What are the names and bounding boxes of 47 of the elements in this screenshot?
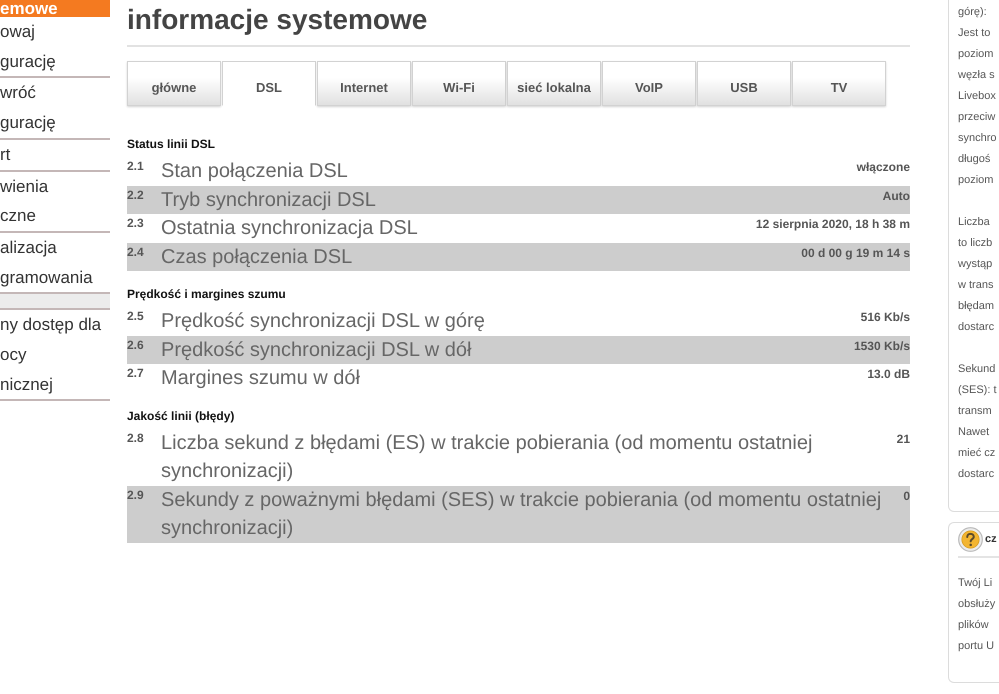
section-heading: Status linii DSL — [127, 136, 216, 152]
info-text: Liczba to liczb wystąp w trans błędam dostarc — [958, 215, 996, 335]
card-title: cz — [985, 532, 997, 547]
row-label: Tryb synchronizacji DSL — [161, 188, 376, 212]
row-number: 2.5 — [127, 308, 144, 325]
tab[interactable]: VoIP — [602, 61, 696, 106]
row-value: 516 Kb/s — [860, 309, 910, 326]
info-text: Sekund (SES): t transm Nawet mieć cz dostarc — [958, 362, 998, 482]
tab[interactable]: sieć lokalna — [507, 61, 601, 106]
section-heading: Jakość linii (błędy) — [127, 408, 236, 424]
row-value: 12 sierpnia 2020, 18 h 38 m — [754, 216, 910, 233]
row-label: Ostatnia synchronizacja DSL — [161, 216, 418, 241]
tab[interactable]: Wi-Fi — [412, 61, 506, 106]
info-text: górę): Jest to poziom węzła s Livebox przeciw synchro długoś poziom — [958, 5, 998, 188]
tab[interactable]: główne — [127, 61, 221, 106]
tab[interactable]: USB — [697, 61, 791, 106]
sidebar-item[interactable]: ny dostęp dla ocy nicznej — [0, 310, 110, 402]
section-heading: Prędkość i margines szumu — [127, 286, 287, 302]
row-value: 00 d 00 g 19 m 14 s — [800, 244, 910, 262]
row-number: 2.9 — [127, 486, 144, 504]
tab[interactable]: TV — [792, 61, 886, 106]
row-label: Prędkość synchronizacji DSL w górę — [161, 309, 485, 334]
row-value: 13.0 dB — [866, 366, 910, 383]
row-value: włączone — [856, 159, 910, 176]
row-value: 21 — [896, 430, 910, 448]
row-label: Liczba sekund z błędami (ES) w trakcie pobierania (od momentu ostatniej synchronizacji) — [161, 430, 814, 484]
row-label: Czas połączenia DSL — [161, 244, 352, 270]
row-number: 2.7 — [127, 365, 144, 382]
info-text: Twój Li obsłuży plików portu U — [958, 576, 996, 654]
row-number: 2.2 — [127, 186, 144, 204]
tab[interactable]: DSL — [222, 61, 316, 106]
row-value: 0 — [902, 488, 910, 504]
row-number: 2.8 — [127, 430, 144, 446]
row-label: Margines szumu w dół — [161, 366, 360, 391]
row-value: Auto — [882, 188, 910, 204]
help-icon — [958, 527, 983, 552]
row-number: 2.6 — [127, 336, 144, 354]
row-number: 2.1 — [127, 158, 144, 175]
row-label: Sekundy z poważnymi błędami (SES) w trakcie pobierania (od momentu ostatniej synchronizacji) — [161, 488, 882, 541]
row-value: 1530 Kb/s — [852, 338, 910, 354]
row-label: Stan połączenia DSL — [161, 159, 348, 184]
page-title: informacje systemowe — [127, 0, 910, 47]
row-number: 2.3 — [127, 215, 144, 232]
row-label: Prędkość synchronizacji DSL w dół — [161, 338, 472, 362]
sidebar-item[interactable]: rt — [0, 140, 110, 172]
tab[interactable]: Internet — [317, 61, 411, 106]
row-number: 2.4 — [127, 244, 144, 260]
